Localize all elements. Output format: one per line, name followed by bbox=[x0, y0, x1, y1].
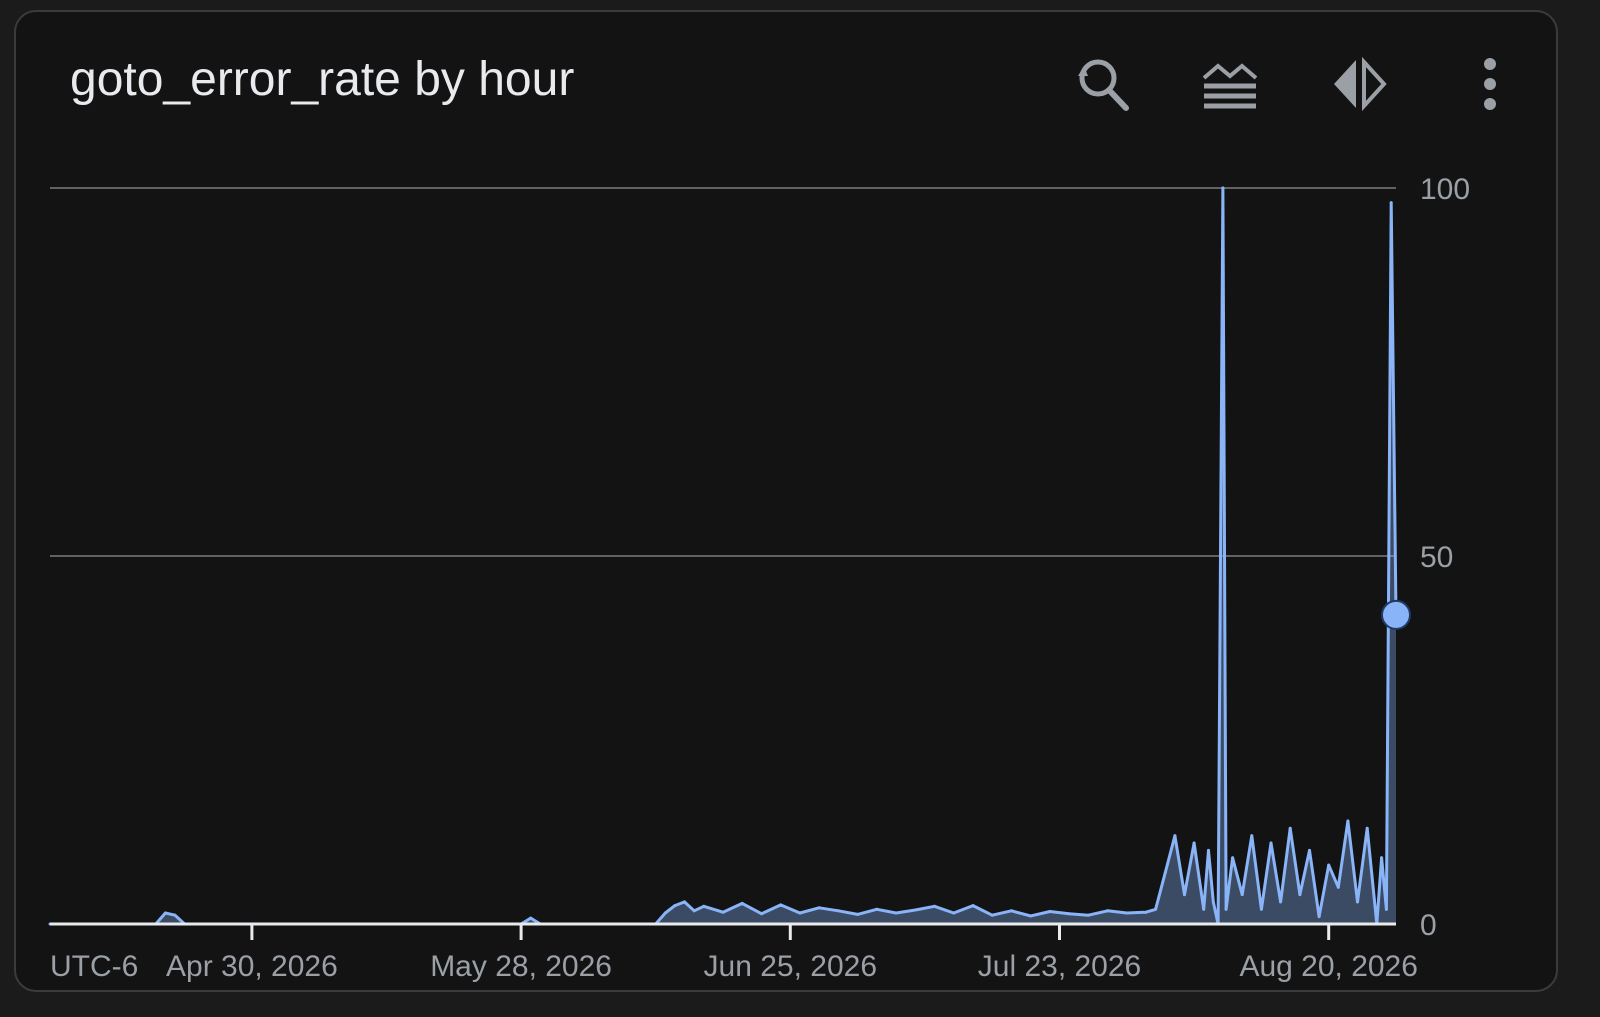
data-point bbox=[1173, 834, 1177, 838]
data-point bbox=[1086, 913, 1090, 917]
data-point bbox=[779, 903, 783, 907]
data-point bbox=[836, 909, 840, 913]
data-point bbox=[1211, 900, 1215, 904]
data-point bbox=[1259, 907, 1263, 911]
data-point bbox=[1365, 826, 1369, 830]
data-point bbox=[817, 906, 821, 910]
data-point bbox=[1346, 819, 1350, 823]
data-point bbox=[1317, 915, 1321, 919]
x-axis: Apr 30, 2026 May 28, 2026 Jun 25, 2026 Jul … bbox=[50, 922, 1418, 983]
current-value-marker bbox=[1381, 599, 1411, 630]
data-point bbox=[1154, 907, 1158, 911]
data-point bbox=[1202, 907, 1206, 911]
data-point bbox=[673, 904, 677, 908]
data-point bbox=[1356, 900, 1359, 904]
data-point bbox=[760, 912, 763, 916]
data-point bbox=[1029, 914, 1033, 918]
data-point bbox=[1067, 912, 1071, 916]
data-point bbox=[1298, 893, 1302, 897]
data-point bbox=[913, 908, 917, 912]
line-chart[interactable]: Apr 30, 2026 May 28, 2026 Jun 25, 2026 Jul … bbox=[16, 12, 1556, 990]
data-point bbox=[1183, 893, 1186, 897]
data-point bbox=[1163, 871, 1167, 874]
data-point bbox=[1231, 856, 1235, 860]
timezone-label: UTC-6 bbox=[50, 950, 138, 983]
data-point bbox=[875, 907, 879, 911]
data-point bbox=[894, 911, 898, 915]
grid-lines bbox=[50, 187, 1396, 557]
data-point bbox=[990, 913, 994, 917]
data-point bbox=[1279, 900, 1283, 904]
data-point bbox=[1327, 863, 1331, 867]
y-tick-label: 0 bbox=[1420, 909, 1437, 942]
data-point bbox=[663, 911, 667, 915]
data-point bbox=[163, 911, 167, 915]
data-point bbox=[1240, 893, 1244, 897]
data-point bbox=[798, 911, 802, 915]
data-point bbox=[1125, 911, 1129, 915]
data-point bbox=[1269, 841, 1273, 845]
data-point bbox=[933, 904, 936, 908]
data-point bbox=[952, 911, 956, 915]
chart-card: goto_error_rate by hour Apr 30, 2026 May… bbox=[14, 10, 1558, 992]
data-point bbox=[1288, 826, 1292, 830]
data-point bbox=[702, 904, 706, 908]
data-point bbox=[529, 916, 533, 920]
data-point bbox=[1048, 910, 1052, 913]
data-point bbox=[1207, 848, 1210, 852]
data-point bbox=[1221, 186, 1225, 190]
x-tick-label: Jun 25, 2026 bbox=[704, 950, 877, 983]
data-point bbox=[856, 912, 860, 916]
data-point bbox=[740, 901, 744, 905]
data-point bbox=[1144, 910, 1148, 914]
data-point bbox=[1250, 834, 1254, 838]
data-point bbox=[692, 909, 696, 913]
data-point bbox=[173, 913, 177, 917]
y-axis: 0 50 100 bbox=[1420, 173, 1470, 942]
data-point bbox=[1192, 841, 1196, 845]
x-tick-label: May 28, 2026 bbox=[430, 950, 612, 983]
x-tick-label: Jul 23, 2026 bbox=[978, 950, 1141, 983]
y-tick-label: 50 bbox=[1420, 541, 1453, 574]
y-tick-label: 100 bbox=[1420, 173, 1470, 206]
x-tick-label: Aug 20, 2026 bbox=[1239, 950, 1418, 983]
data-point bbox=[1384, 907, 1388, 911]
data-point bbox=[721, 910, 725, 914]
data-point bbox=[1389, 201, 1393, 205]
data-point bbox=[1009, 909, 1013, 913]
data-point bbox=[971, 904, 975, 908]
data-point bbox=[1336, 885, 1340, 889]
x-tick-label: Apr 30, 2026 bbox=[166, 950, 338, 983]
data-point bbox=[1308, 848, 1311, 852]
data-point bbox=[1106, 909, 1110, 913]
data-point bbox=[1224, 907, 1228, 911]
data-point bbox=[1380, 856, 1384, 860]
data-point bbox=[683, 900, 686, 904]
